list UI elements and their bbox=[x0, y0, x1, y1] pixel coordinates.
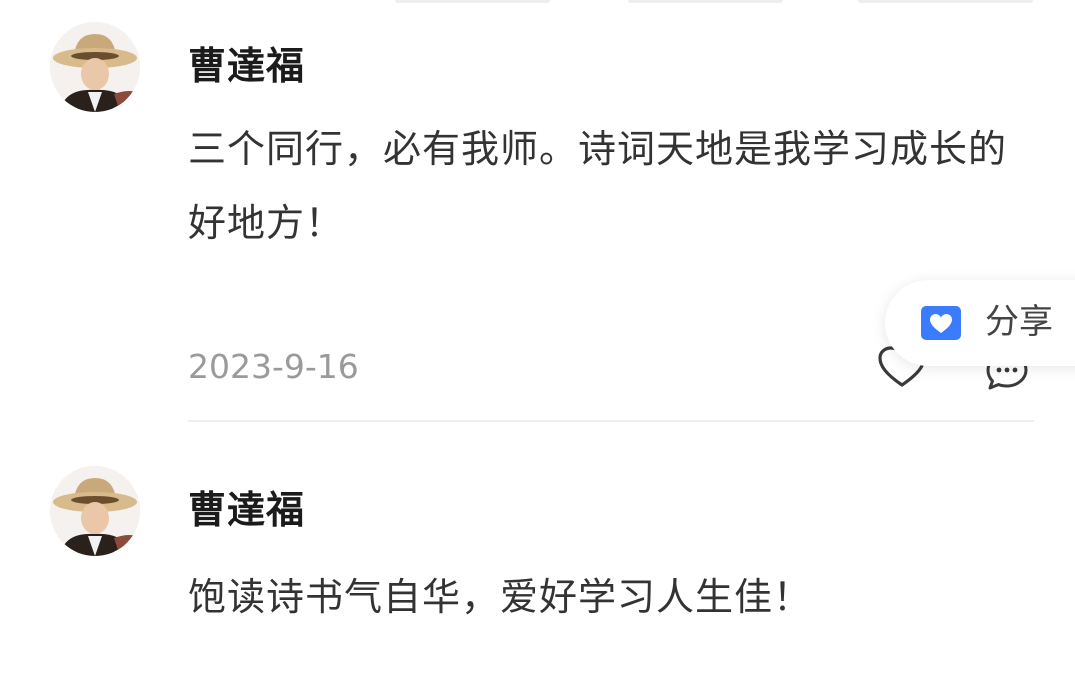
share-label: 分享 bbox=[985, 302, 1053, 342]
comment-text: 三个同行，必有我师。诗词天地是我学习成长的好地方！ bbox=[188, 127, 1008, 245]
username[interactable]: 曹達福 bbox=[188, 491, 305, 529]
avatar[interactable] bbox=[50, 466, 140, 556]
heart-envelope-icon bbox=[921, 306, 961, 340]
username[interactable]: 曹達福 bbox=[188, 47, 305, 85]
share-popup-button[interactable]: 分享 bbox=[885, 280, 1075, 366]
user-avatar-image bbox=[50, 22, 140, 112]
comment-date: 2023-9-16 bbox=[188, 347, 359, 386]
comment-text: 饱读诗书气自华，爱好学习人生佳！ bbox=[188, 575, 813, 619]
comment-divider bbox=[188, 420, 1034, 422]
avatar[interactable] bbox=[50, 22, 140, 112]
user-avatar-image bbox=[50, 466, 140, 556]
comment-item: 曹達福 饱读诗书气自华，爱好学习人生佳！ bbox=[0, 440, 1075, 693]
